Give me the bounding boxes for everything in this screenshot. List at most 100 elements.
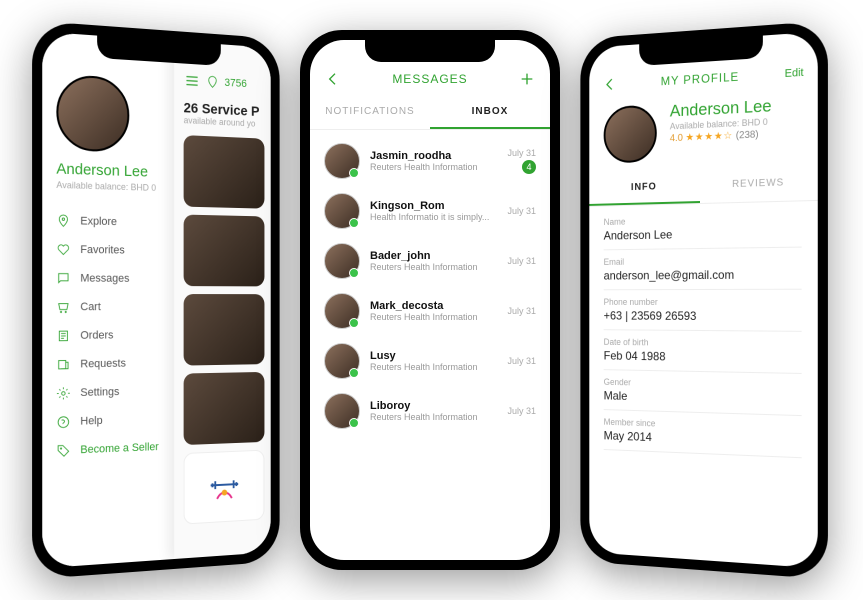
info-item: NameAnderson Lee bbox=[604, 205, 802, 250]
avatar[interactable] bbox=[604, 104, 657, 163]
profile-tabs: INFO REVIEWS bbox=[589, 166, 817, 207]
edit-button[interactable]: Edit bbox=[785, 67, 804, 80]
message-sender: Mark_decosta bbox=[370, 300, 497, 312]
info-list: NameAnderson LeeEmailanderson_lee@gmail.… bbox=[589, 201, 817, 463]
plus-icon[interactable] bbox=[518, 70, 536, 88]
requests-icon bbox=[56, 357, 70, 372]
phone-menu: Anderson Lee Available balance: BHD 0 Ex… bbox=[32, 21, 280, 580]
info-value: Male bbox=[604, 389, 802, 408]
info-item: Emailanderson_lee@gmail.com bbox=[604, 248, 802, 291]
menu-requests[interactable]: Requests bbox=[56, 349, 174, 379]
menu-label: Favorites bbox=[80, 244, 124, 257]
message-sender: Lusy bbox=[370, 350, 497, 362]
location-text: 3756 bbox=[224, 77, 246, 90]
message-sender: Kingson_Rom bbox=[370, 200, 497, 212]
menu-messages[interactable]: Messages bbox=[56, 264, 174, 293]
fitness-icon bbox=[206, 466, 243, 507]
tab-info[interactable]: INFO bbox=[589, 170, 700, 206]
tab-reviews[interactable]: REVIEWS bbox=[700, 166, 818, 203]
gear-icon bbox=[56, 386, 70, 401]
message-item[interactable]: Jasmin_roodhaReuters Health InformationJ… bbox=[324, 136, 536, 186]
info-value: Anderson Lee bbox=[604, 225, 802, 243]
page-title: MY PROFILE bbox=[618, 67, 785, 91]
hamburger-icon[interactable] bbox=[184, 71, 201, 90]
avatar bbox=[324, 343, 360, 379]
tag-icon bbox=[56, 443, 70, 458]
avatar bbox=[324, 193, 360, 229]
menu-become-seller[interactable]: Become a Seller bbox=[56, 432, 174, 465]
phone-messages: MESSAGES NOTIFICATIONS INBOX Jasmin_rood… bbox=[300, 30, 560, 570]
message-item[interactable]: Mark_decostaReuters Health Information Ju… bbox=[324, 286, 536, 336]
rating: 4.0 ★★★★☆ (238) bbox=[670, 129, 772, 145]
message-preview: Health Informatio it is simply... bbox=[370, 212, 497, 222]
service-thumb[interactable] bbox=[184, 294, 265, 366]
message-preview: Reuters Health Information bbox=[370, 362, 497, 372]
message-date: July 31 bbox=[507, 206, 536, 216]
back-icon[interactable] bbox=[324, 70, 342, 88]
menu-label: Help bbox=[80, 415, 102, 428]
avatar bbox=[324, 293, 360, 329]
info-item: Phone number +63 | 23569 26593 bbox=[604, 290, 802, 332]
message-preview: Reuters Health Information bbox=[370, 412, 497, 422]
message-date: July 31 bbox=[507, 306, 536, 316]
sidebar: Anderson Lee Available balance: BHD 0 Ex… bbox=[42, 32, 174, 569]
service-thumb[interactable] bbox=[184, 372, 265, 445]
message-date: July 31 bbox=[507, 406, 536, 416]
message-date: July 31 bbox=[507, 356, 536, 366]
message-sender: Liboroy bbox=[370, 400, 497, 412]
menu-help[interactable]: Help bbox=[56, 405, 174, 437]
cart-icon bbox=[56, 300, 70, 314]
message-date: July 31 bbox=[507, 256, 536, 266]
menu-orders[interactable]: Orders bbox=[56, 321, 174, 350]
info-label: Phone number bbox=[604, 297, 802, 307]
service-thumb[interactable] bbox=[184, 135, 265, 209]
message-item[interactable]: LiboroyReuters Health Information July 31 bbox=[324, 386, 536, 436]
menu-explore[interactable]: Explore bbox=[56, 206, 174, 237]
help-icon bbox=[56, 415, 70, 430]
info-item: GenderMale bbox=[604, 370, 802, 416]
avatar bbox=[324, 393, 360, 429]
menu-label: Explore bbox=[80, 215, 117, 228]
avatar[interactable] bbox=[56, 74, 129, 153]
info-item: Date of birthFeb 04 1988 bbox=[604, 330, 802, 374]
info-item: Member sinceMay 2014 bbox=[604, 410, 802, 458]
menu-label: Cart bbox=[80, 301, 101, 313]
star-icons: ★★★★☆ bbox=[685, 130, 733, 143]
message-item[interactable]: LusyReuters Health Information July 31 bbox=[324, 336, 536, 386]
message-preview: Reuters Health Information bbox=[370, 312, 497, 322]
service-thumb[interactable] bbox=[184, 215, 265, 287]
info-value: +63 | 23569 26593 bbox=[604, 309, 802, 324]
rating-count: (238) bbox=[736, 129, 759, 141]
menu-favorites[interactable]: Favorites bbox=[56, 235, 174, 265]
heart-icon bbox=[56, 242, 70, 257]
pin-icon bbox=[206, 75, 219, 90]
avatar bbox=[324, 143, 360, 179]
user-name: Anderson Lee bbox=[56, 160, 174, 181]
menu-label: Settings bbox=[80, 386, 119, 399]
info-label: Email bbox=[604, 255, 802, 267]
info-label: Date of birth bbox=[604, 337, 802, 349]
message-tabs: NOTIFICATIONS INBOX bbox=[310, 96, 550, 130]
unread-badge: 4 bbox=[522, 160, 536, 174]
service-thumb[interactable] bbox=[184, 450, 265, 525]
balance-text: Available balance: BHD 0 bbox=[56, 180, 174, 194]
message-item[interactable]: Bader_johnReuters Health Information July… bbox=[324, 236, 536, 286]
pin-icon bbox=[56, 214, 70, 229]
tab-notifications[interactable]: NOTIFICATIONS bbox=[310, 96, 430, 129]
message-date: July 31 bbox=[507, 148, 536, 158]
back-icon[interactable] bbox=[602, 75, 618, 94]
page-title: MESSAGES bbox=[342, 72, 518, 86]
message-preview: Reuters Health Information bbox=[370, 262, 497, 272]
menu-label: Requests bbox=[80, 358, 126, 371]
menu-label: Orders bbox=[80, 329, 113, 342]
message-item[interactable]: Kingson_RomHealth Informatio it is simpl… bbox=[324, 186, 536, 236]
message-sender: Bader_john bbox=[370, 250, 497, 262]
menu-label: Messages bbox=[80, 272, 129, 284]
menu-cart[interactable]: Cart bbox=[56, 293, 174, 322]
avatar bbox=[324, 243, 360, 279]
info-value: anderson_lee@gmail.com bbox=[604, 267, 802, 282]
orders-icon bbox=[56, 329, 70, 343]
menu-settings[interactable]: Settings bbox=[56, 377, 174, 408]
info-value: Feb 04 1988 bbox=[604, 349, 802, 366]
tab-inbox[interactable]: INBOX bbox=[430, 96, 550, 129]
